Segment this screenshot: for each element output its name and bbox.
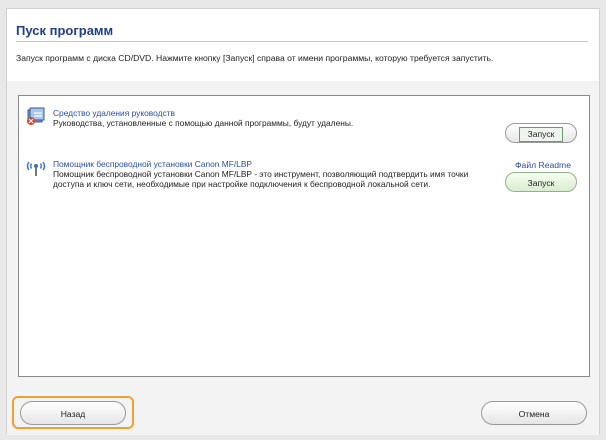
program-item-wireless: Помощник беспроводной установки Canon MF… (25, 159, 565, 211)
run-button-label: Запуск (518, 127, 564, 142)
program-name[interactable]: Помощник беспроводной установки Canon MF… (53, 159, 252, 169)
program-description: Помощник беспроводной установки Canon MF… (53, 169, 469, 189)
header: Пуск программ Запуск программ с диска CD… (7, 9, 599, 81)
run-button-wireless[interactable]: Запуск (505, 172, 577, 192)
program-list-panel: Средство удаления руководств Руководства… (18, 95, 590, 377)
page-title: Пуск программ (16, 23, 114, 38)
wireless-icon (25, 156, 47, 178)
cancel-button[interactable]: Отмена (481, 401, 587, 425)
uninstall-icon (25, 105, 47, 127)
program-description: Руководства, установленные с помощью дан… (53, 118, 354, 128)
readme-link[interactable]: Файл Readme (515, 160, 571, 170)
back-button[interactable]: Назад (20, 401, 126, 425)
title-divider (16, 41, 588, 42)
page-description: Запуск программ с диска CD/DVD. Нажмите … (16, 53, 494, 63)
program-name[interactable]: Средство удаления руководств (53, 108, 175, 118)
program-item-uninstall: Средство удаления руководств Руководства… (25, 105, 565, 138)
program-launcher-window: Пуск программ Запуск программ с диска CD… (6, 8, 600, 435)
run-button-uninstall[interactable]: Запуск (505, 123, 577, 143)
